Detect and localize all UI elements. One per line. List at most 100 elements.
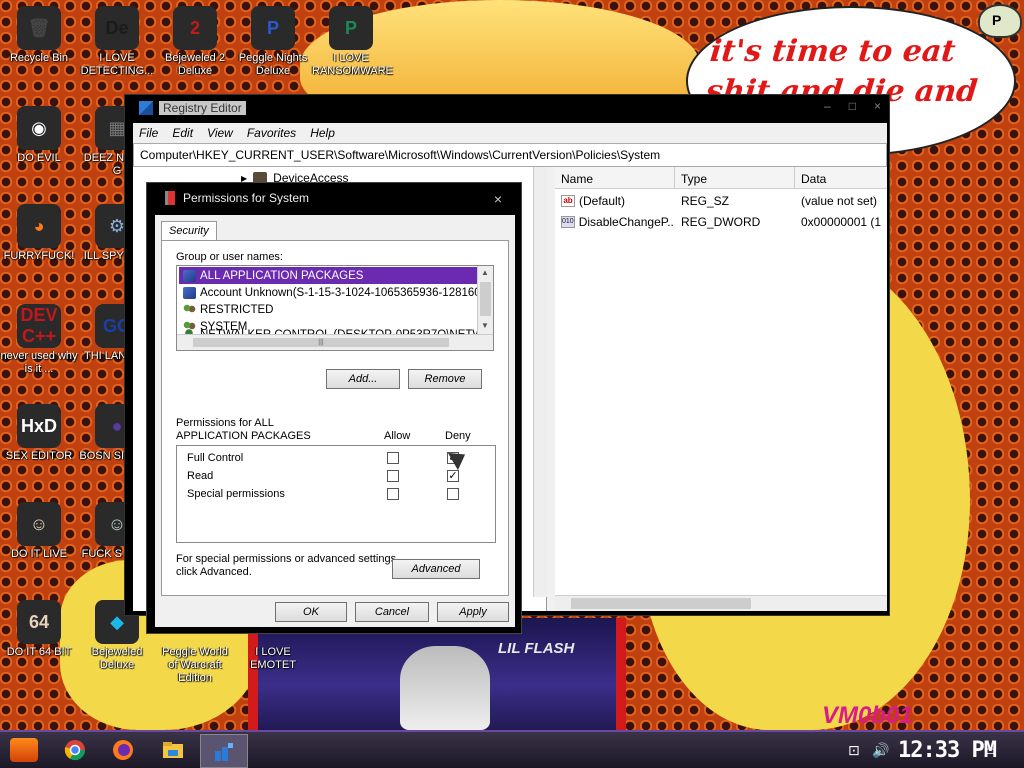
start-button[interactable] xyxy=(10,738,38,762)
desktop-icon-do-it-live[interactable]: ☺ DO IT LIVE xyxy=(0,502,78,561)
column-name[interactable]: Name xyxy=(555,167,675,188)
column-data[interactable]: Data xyxy=(795,167,887,188)
cancel-button[interactable]: Cancel xyxy=(355,602,429,622)
perm-name-special: Special permissions xyxy=(187,488,285,500)
registry-icon xyxy=(139,101,153,115)
value-data: 0x00000001 (1 xyxy=(801,215,882,229)
advanced-hint: For special permissions or advanced sett… xyxy=(176,553,399,579)
desktop-icon-label: SEX EDITOR xyxy=(5,450,73,462)
dialog-close-button[interactable]: × xyxy=(485,189,511,209)
perm-name-full-control: Full Control xyxy=(187,452,244,464)
desktop-icon-detecting[interactable]: De I LOVE DETECTING... xyxy=(78,6,156,78)
taskbar-chrome-icon[interactable] xyxy=(60,736,90,764)
desktop-icon-label: I LOVE DETECTING... xyxy=(80,52,154,77)
taskbar-firefox-icon[interactable] xyxy=(108,736,138,764)
desktop-icon-peggle-nights[interactable]: P Peggle Nights Deluxe xyxy=(234,6,312,78)
do-evil-icon: ◉ xyxy=(17,106,61,150)
column-type[interactable]: Type xyxy=(675,167,795,188)
scroll-up-icon[interactable]: ▲ xyxy=(481,268,489,277)
menu-help[interactable]: Help xyxy=(310,126,335,140)
value-row[interactable]: 010 DisableChangeP... REG_DWORD 0x0000000… xyxy=(555,212,887,232)
permissions-for-line: APPLICATION PACKAGES xyxy=(176,430,311,442)
ransomware-icon: P xyxy=(329,6,373,50)
user-name: Account Unknown(S-1-15-3-1024-1065365936… xyxy=(200,286,477,299)
desktop-icon-do-it-64[interactable]: 64 DO IT 64 BIT xyxy=(0,600,78,659)
apply-button[interactable]: Apply xyxy=(437,602,509,622)
taskbar-explorer-icon[interactable] xyxy=(158,736,188,764)
do-it-live-icon: ☺ xyxy=(17,502,61,546)
registry-editor-titlebar[interactable]: Registry Editor xyxy=(139,101,246,115)
desktop-icon-do-evil[interactable]: ◉ DO EVIL xyxy=(0,106,78,165)
checkbox-deny-special[interactable] xyxy=(447,488,459,500)
values-hscrollbar[interactable] xyxy=(555,595,887,611)
permissions-for-line: Permissions for ALL xyxy=(176,417,274,429)
desktop-icon-sex-editor[interactable]: HxD SEX EDITOR xyxy=(0,404,78,463)
permissions-titlebar[interactable]: Permissions for System xyxy=(165,191,309,205)
close-button[interactable]: × xyxy=(874,99,881,113)
tab-security[interactable]: Security xyxy=(161,221,217,240)
network-icon[interactable]: ⊡ xyxy=(848,742,860,759)
desktop-icon-label: FURRYFUCK! xyxy=(3,250,75,262)
list-item[interactable]: Account Unknown(S-1-15-3-1024-1065365936… xyxy=(179,284,477,301)
scroll-thumb[interactable]: ||| xyxy=(193,338,449,347)
menu-favorites[interactable]: Favorites xyxy=(247,126,296,140)
scroll-thumb[interactable] xyxy=(571,598,751,609)
list-item[interactable]: RESTRICTED xyxy=(179,301,477,318)
remove-button[interactable]: Remove xyxy=(408,369,482,389)
volume-icon[interactable]: 🔊 xyxy=(872,742,889,759)
checkbox-allow-special[interactable] xyxy=(387,488,399,500)
peggle-nights-icon: P xyxy=(251,6,295,50)
bejeweled2-icon: 2 xyxy=(173,6,217,50)
user-name: ALL APPLICATION PACKAGES xyxy=(200,269,364,282)
poster-edge-right xyxy=(616,618,626,730)
menu-view[interactable]: View xyxy=(207,126,233,140)
group-icon xyxy=(183,303,196,316)
ok-button[interactable]: OK xyxy=(275,602,347,622)
allow-column-label: Allow xyxy=(384,430,411,442)
value-type: REG_DWORD xyxy=(681,215,761,229)
desktop-icon-devcpp[interactable]: DEV C++ never used why is it ... xyxy=(0,304,78,376)
detecting-icon: De xyxy=(95,6,139,50)
group-label: Group or user names: xyxy=(176,251,283,263)
menu-edit[interactable]: Edit xyxy=(172,126,193,140)
advanced-hint-line: For special permissions or advanced sett… xyxy=(176,553,400,565)
taskbar-regedit-button[interactable] xyxy=(200,734,248,768)
wallpaper-face-icon: P xyxy=(978,4,1022,38)
dialog-title: Permissions for System xyxy=(183,191,310,205)
desktop-icon-bejeweled2[interactable]: 2 Bejeweled 2 Deluxe xyxy=(156,6,234,78)
minimize-button[interactable]: – xyxy=(824,99,831,113)
address-bar[interactable]: Computer\HKEY_CURRENT_USER\Software\Micr… xyxy=(133,143,887,167)
menu-file[interactable]: File xyxy=(139,126,158,140)
deny-column-label: Deny xyxy=(445,430,471,442)
users-list[interactable]: ALL APPLICATION PACKAGES Account Unknown… xyxy=(176,265,494,351)
desktop-icon-label: Bejeweled 2 Deluxe xyxy=(165,52,225,77)
desktop-icon-ransomware[interactable]: PI LOVE RANSOMWARE xyxy=(312,6,393,78)
desktop-icon-furryfuck[interactable]: ◕ FURRYFUCK! xyxy=(0,204,78,263)
value-row[interactable]: ab (Default) REG_SZ (value not set) xyxy=(555,191,887,211)
registry-editor-title: Registry Editor xyxy=(159,101,246,115)
advanced-hint-line: click Advanced. xyxy=(176,566,252,578)
users-hscrollbar[interactable]: ||| xyxy=(177,334,493,350)
list-item[interactable]: ALL APPLICATION PACKAGES xyxy=(179,267,477,284)
checkbox-allow-read[interactable] xyxy=(387,470,399,482)
clock[interactable]: 12:33 PM xyxy=(898,738,997,763)
scroll-down-icon[interactable]: ▼ xyxy=(481,321,489,330)
do-it-64-icon: 64 xyxy=(17,600,61,644)
lock-icon xyxy=(165,191,175,205)
advanced-button[interactable]: Advanced xyxy=(392,559,480,579)
users-vscrollbar[interactable]: ▲ ▼ xyxy=(477,266,493,334)
pane-splitter[interactable] xyxy=(547,167,555,611)
add-button[interactable]: Add... xyxy=(326,369,400,389)
scroll-thumb[interactable] xyxy=(480,282,491,316)
tree-scrollbar[interactable] xyxy=(533,167,547,597)
notifications-icon[interactable]: ▭ xyxy=(984,742,997,759)
checkbox-deny-read[interactable]: ✓ xyxy=(447,470,459,482)
maximize-button[interactable]: □ xyxy=(849,99,856,113)
desktop-icon-recycle-bin[interactable]: 🗑 Recycle Bin xyxy=(0,6,78,65)
poster-text: LIL FLASH xyxy=(498,640,575,657)
checkbox-allow-full-control[interactable] xyxy=(387,452,399,464)
value-data: (value not set) xyxy=(801,194,878,208)
vm-label: VM0b01 xyxy=(822,702,913,729)
permissions-table: Full Control ✓ Read ✓ Special permission… xyxy=(176,445,496,543)
value-name: DisableChangeP... xyxy=(578,215,675,229)
